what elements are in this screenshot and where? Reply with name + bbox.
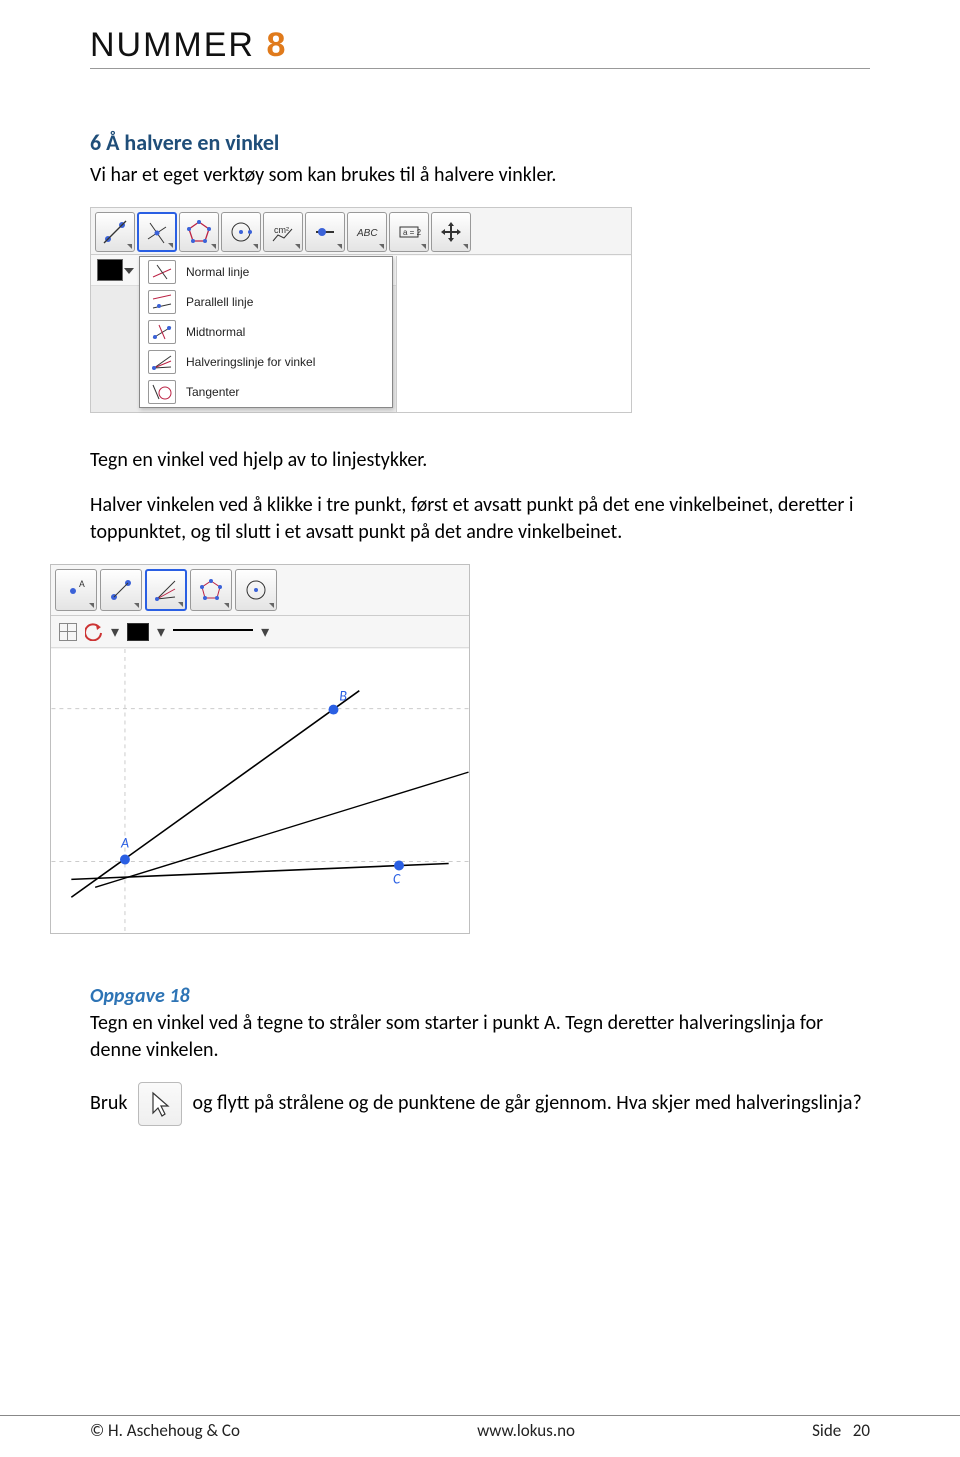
menu-item-parallell-linje[interactable]: Parallell linje: [140, 287, 392, 317]
tool-text-abc-icon[interactable]: ABC: [347, 212, 387, 252]
menu-label: Midtnormal: [186, 325, 245, 339]
color-swatch-icon[interactable]: [97, 259, 123, 281]
oppgave-p1: Tegn en vinkel ved å tegne to stråler so…: [90, 1010, 870, 1064]
menu-item-midtnormal[interactable]: Midtnormal: [140, 317, 392, 347]
tool-equation-icon[interactable]: a = 2: [389, 212, 429, 252]
line-thickness-icon[interactable]: [173, 629, 253, 643]
tool-area-icon[interactable]: cm²: [263, 212, 303, 252]
brand-header: NUMMER 8: [90, 28, 870, 69]
footer-left: © H. Aschehoug & Co: [90, 1420, 240, 1441]
svg-text:cm²: cm²: [274, 225, 289, 235]
toolbar2-secondary: ▾ ▾ ▾: [51, 616, 469, 648]
canvas-area: [396, 256, 631, 412]
tool-slider-icon[interactable]: [305, 212, 345, 252]
tool-move-icon[interactable]: [431, 212, 471, 252]
oppgave-p2: Bruk og flytt på strålene og de punktene…: [90, 1082, 870, 1126]
tool2-segment-icon[interactable]: [100, 569, 142, 611]
svg-text:ABC: ABC: [356, 228, 378, 239]
menu-label: Parallell linje: [186, 295, 253, 309]
tool2-circle-icon[interactable]: [235, 569, 277, 611]
screenshot-toolbar-dropdown: cm² ABC a = 2 Normal linje Parallell lin…: [90, 207, 632, 413]
oppgave-p2-before: Bruk: [90, 1091, 127, 1115]
tool-perpendicular-icon[interactable]: [137, 212, 177, 252]
cursor-tool-icon[interactable]: [138, 1082, 182, 1126]
footer-right: Side 20: [812, 1420, 870, 1441]
angle-bisector-icon: [148, 350, 176, 374]
tool2-point-a-icon[interactable]: A: [55, 569, 97, 611]
menu-label: Halveringslinje for vinkel: [186, 355, 315, 369]
toolbar-row-1: cm² ABC a = 2: [91, 208, 631, 255]
menu-item-tangenter[interactable]: Tangenter: [140, 377, 392, 407]
normal-line-icon: [148, 260, 176, 284]
oppgave-heading: Oppgave 18: [90, 984, 870, 1008]
color-swatch-2-icon[interactable]: [127, 623, 149, 641]
footer-center: www.lokus.no: [477, 1420, 575, 1441]
instruction-1: Tegn en vinkel ved hjelp av to linjestyk…: [90, 447, 870, 474]
parallel-line-icon: [148, 290, 176, 314]
section-intro: Vi har et eget verktøy som kan brukes ti…: [90, 162, 870, 189]
menu-label: Tangenter: [186, 385, 239, 399]
oppgave-p2-after: og flytt på strålene og de punktene de g…: [193, 1091, 862, 1115]
instruction-2: Halver vinkelen ved å klikke i tre punkt…: [90, 492, 870, 546]
menu-label: Normal linje: [186, 265, 249, 279]
tool-line-two-points-icon[interactable]: [95, 212, 135, 252]
section-heading: 6 Å halvere en vinkel: [90, 129, 870, 156]
toolbar2: A: [51, 565, 469, 616]
geometry-canvas: A B C: [51, 649, 469, 933]
svg-text:A: A: [120, 835, 129, 852]
tool-circle-icon[interactable]: [221, 212, 261, 252]
tool-polygon-icon[interactable]: [179, 212, 219, 252]
menu-item-normal-linje[interactable]: Normal linje: [140, 257, 392, 287]
tool-dropdown-menu: Normal linje Parallell linje Midtnormal …: [139, 256, 393, 408]
grid-toggle-icon[interactable]: [59, 623, 77, 641]
svg-text:A: A: [79, 577, 85, 590]
tool2-bisector-icon[interactable]: [145, 569, 187, 611]
svg-text:C: C: [393, 870, 401, 887]
menu-item-halveringslinje[interactable]: Halveringslinje for vinkel: [140, 347, 392, 377]
svg-text:a = 2: a = 2: [403, 228, 422, 237]
midpoint-normal-icon: [148, 320, 176, 344]
brand-number: 8: [266, 26, 287, 64]
undo-icon[interactable]: [85, 623, 103, 641]
screenshot-angle-bisector: A ▾ ▾ ▾ A: [50, 564, 470, 934]
page-footer: © H. Aschehoug & Co www.lokus.no Side 20: [0, 1415, 960, 1441]
tangent-icon: [148, 380, 176, 404]
svg-text:B: B: [339, 688, 347, 705]
tool2-polygon-icon[interactable]: [190, 569, 232, 611]
brand-name: NUMMER: [90, 26, 266, 64]
